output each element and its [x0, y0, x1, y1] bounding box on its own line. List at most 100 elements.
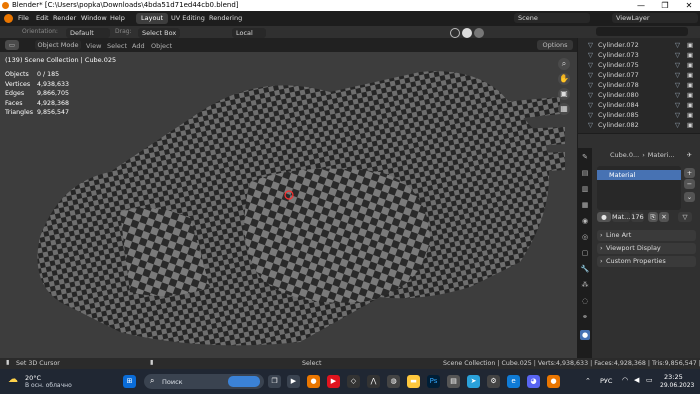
zoom-icon[interactable]: ⌕ [558, 58, 570, 70]
link-filter-icon[interactable]: ▽ [678, 212, 692, 222]
list-item[interactable]: ▽ Cylinder.082 ▽ ▣ [578, 121, 700, 131]
camera-visibility-icon[interactable]: ▣ [687, 41, 693, 49]
list-item[interactable]: ▽ Cylinder.075 ▽ ▣ [578, 61, 700, 71]
tab-layout[interactable]: Layout [136, 13, 169, 24]
camera-icon[interactable]: ▣ [558, 88, 570, 100]
language-indicator[interactable]: РУС [600, 377, 612, 385]
drag-dropdown[interactable]: Select Box [138, 28, 180, 38]
weather-temp[interactable]: 20°C [25, 374, 41, 382]
app-icon[interactable]: ⋀ [367, 375, 380, 388]
camera-visibility-icon[interactable]: ▣ [687, 91, 693, 99]
windows-start-icon[interactable]: ⊞ [123, 375, 136, 388]
menu-file[interactable]: File [18, 14, 29, 22]
material-slot-list[interactable]: Material [597, 166, 681, 210]
weather-desc[interactable]: В осн. облачно [25, 382, 72, 389]
view-layer-tab-icon[interactable]: ▦ [580, 200, 590, 210]
tool-tab-icon[interactable]: ✎ [580, 152, 590, 162]
blender-menu-icon[interactable] [4, 14, 13, 23]
menu-edit[interactable]: Edit [36, 14, 49, 22]
settings-gear-icon[interactable]: ⚙ [487, 375, 500, 388]
weather-cloud-icon[interactable]: ☁ [8, 374, 18, 385]
hand-pan-icon[interactable]: ✋ [558, 73, 570, 85]
blender-running-icon[interactable]: ● [547, 375, 560, 388]
render-tab-icon[interactable]: ▤ [580, 168, 590, 178]
tab-rendering[interactable]: Rendering [204, 13, 247, 24]
constraints-tab-icon[interactable]: ⚭ [580, 312, 590, 322]
edge-icon[interactable]: e [507, 375, 520, 388]
outliner-search-input[interactable] [596, 27, 688, 36]
transform-orientation-dropdown[interactable]: Local [232, 28, 266, 38]
list-item[interactable]: ▽ Cylinder.078 ▽ ▣ [578, 81, 700, 91]
material-browse-icon[interactable]: ● [597, 212, 611, 222]
camera-visibility-icon[interactable]: ▣ [687, 81, 693, 89]
material-shading-icon[interactable] [462, 28, 472, 38]
minimize-button[interactable]: — [630, 0, 652, 11]
add-slot-button[interactable]: + [684, 168, 695, 178]
search-highlight-image [228, 376, 260, 387]
camera-visibility-icon[interactable]: ▣ [687, 61, 693, 69]
material-users-count[interactable]: 176 [631, 212, 644, 222]
list-item[interactable]: ▽ Cylinder.072 ▽ ▣ [578, 41, 700, 51]
volume-icon[interactable]: ◀ [634, 376, 639, 384]
menu-render[interactable]: Render [53, 14, 76, 22]
3d-viewport[interactable] [0, 52, 577, 358]
object-tab-icon[interactable]: ▢ [580, 248, 590, 258]
close-button[interactable]: ✕ [678, 0, 700, 11]
list-item[interactable]: ▽ Cylinder.084 ▽ ▣ [578, 101, 700, 111]
chat-icon[interactable]: ▶ [287, 375, 300, 388]
menu-help[interactable]: Help [110, 14, 125, 22]
camera-visibility-icon[interactable]: ▣ [687, 111, 693, 119]
telegram-icon[interactable]: ➤ [467, 375, 480, 388]
world-tab-icon[interactable]: ◎ [580, 232, 590, 242]
output-tab-icon[interactable]: ▥ [580, 184, 590, 194]
wifi-icon[interactable]: ◠ [622, 376, 628, 384]
list-item[interactable]: ▽ Cylinder.080 ▽ ▣ [578, 91, 700, 101]
remove-slot-button[interactable]: − [684, 179, 695, 189]
material-tab-icon[interactable]: ● [580, 330, 590, 340]
list-item[interactable]: ▽ Cylinder.073 ▽ ▣ [578, 51, 700, 61]
cone-icon: ▽ [588, 51, 593, 59]
battery-icon[interactable]: ▭ [646, 376, 653, 384]
duplicate-icon[interactable]: ⎘ [648, 212, 658, 222]
grid-view-icon[interactable]: ▦ [558, 103, 570, 115]
rendered-shading-icon[interactable] [474, 28, 484, 38]
maximize-button[interactable]: ❐ [654, 0, 676, 11]
camera-visibility-icon[interactable]: ▣ [687, 121, 693, 129]
pin-icon[interactable]: ✈ [687, 151, 692, 159]
particles-tab-icon[interactable]: ⁂ [580, 280, 590, 290]
slot-menu-chevron-down-icon[interactable]: ⌄ [684, 192, 695, 202]
modifier-tab-icon[interactable]: 🔧 [580, 264, 590, 274]
youtube-icon[interactable]: ▶ [327, 375, 340, 388]
orientation-dropdown[interactable]: Default [66, 28, 110, 38]
task-view-icon[interactable]: ❐ [268, 375, 281, 388]
menu-window[interactable]: Window [81, 14, 107, 22]
unity-icon[interactable]: ◇ [347, 375, 360, 388]
camera-visibility-icon[interactable]: ▣ [687, 71, 693, 79]
blender-app-icon[interactable]: ● [307, 375, 320, 388]
view-layer-selector[interactable]: ViewLayer [612, 13, 698, 23]
panel-custom-properties[interactable]: › Custom Properties [597, 256, 696, 267]
gallery-icon[interactable]: ▤ [447, 375, 460, 388]
camera-visibility-icon[interactable]: ▣ [687, 51, 693, 59]
steam-icon[interactable]: ◍ [387, 375, 400, 388]
taskbar-search-box[interactable]: ⌕ Поиск [144, 374, 264, 389]
clock-date[interactable]: 29.06.2023 [660, 382, 694, 389]
unlink-close-icon[interactable]: ✕ [659, 212, 669, 222]
shading-buttons[interactable] [450, 28, 570, 38]
scene-tab-icon[interactable]: ◉ [580, 216, 590, 226]
camera-visibility-icon[interactable]: ▣ [687, 101, 693, 109]
list-item[interactable]: ▽ Cylinder.077 ▽ ▣ [578, 71, 700, 81]
clock-time[interactable]: 23:25 [664, 373, 683, 381]
physics-tab-icon[interactable]: ◌ [580, 296, 590, 306]
material-name-field[interactable]: Mat... [612, 212, 630, 222]
solid-shading-icon[interactable] [450, 28, 460, 38]
file-explorer-icon[interactable]: ▬ [407, 375, 420, 388]
discord-icon[interactable]: ◕ [527, 375, 540, 388]
material-slot-item[interactable]: Material [597, 170, 681, 180]
chevron-up-icon[interactable]: ⌃ [585, 377, 591, 385]
panel-line-art[interactable]: › Line Art [597, 230, 696, 241]
list-item[interactable]: ▽ Cylinder.085 ▽ ▣ [578, 111, 700, 121]
photoshop-icon[interactable]: Ps [427, 375, 440, 388]
scene-selector[interactable]: Scene [514, 13, 590, 23]
panel-viewport-display[interactable]: › Viewport Display [597, 243, 696, 254]
